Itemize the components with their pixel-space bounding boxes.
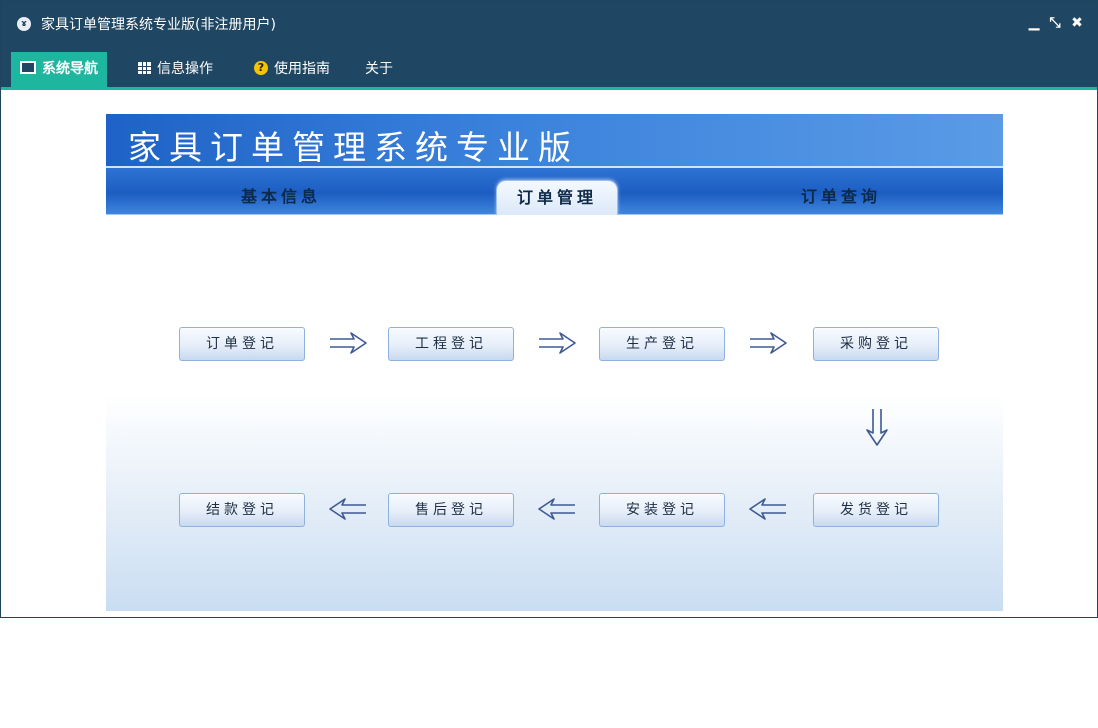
arrow-left-icon: [538, 498, 575, 520]
menu-label: 使用指南: [274, 61, 330, 77]
menu-system-navigation[interactable]: 系统导航: [11, 52, 107, 87]
menu-user-guide[interactable]: ? 使用指南: [254, 52, 330, 87]
payment-register-button[interactable]: 结款登记: [179, 493, 305, 527]
window-title: 家具订单管理系统专业版(非注册用户): [41, 17, 276, 33]
module-tab-bar: 基本信息 订单管理 订单查询: [106, 168, 1003, 215]
arrow-right-icon: [539, 332, 576, 354]
shipping-register-button[interactable]: 发货登记: [813, 493, 939, 527]
arrow-right-icon: [330, 332, 367, 354]
menu-label: 系统导航: [42, 61, 98, 77]
tab-order-management[interactable]: 订单管理: [496, 180, 618, 215]
close-button[interactable]: ✖: [1068, 13, 1086, 33]
arrow-right-icon: [750, 332, 787, 354]
title-bar[interactable]: ɤ 家具订单管理系统专业版(非注册用户) ▁ ⤡ ✖: [1, 1, 1097, 47]
monitor-icon: [20, 61, 36, 74]
banner-title: 家具订单管理系统专业版: [128, 128, 579, 167]
restore-button[interactable]: ⤡: [1046, 13, 1064, 33]
minimize-button[interactable]: ▁: [1025, 13, 1043, 33]
arrow-left-icon: [749, 498, 786, 520]
navigation-panel: 家具订单管理系统专业版 基本信息 订单管理 订单查询 订单登记 工程登记 生产登…: [106, 114, 1003, 611]
arrow-down-icon: [866, 409, 888, 446]
installation-register-button[interactable]: 安装登记: [599, 493, 725, 527]
help-icon: ?: [254, 60, 268, 75]
tab-order-query[interactable]: 订单查询: [766, 180, 916, 214]
tab-basic-info[interactable]: 基本信息: [206, 180, 356, 214]
menu-label: 信息操作: [157, 61, 213, 77]
grid-icon: [138, 61, 151, 74]
arrow-left-icon: [329, 498, 366, 520]
purchase-register-button[interactable]: 采购登记: [813, 327, 939, 361]
menu-label: 关于: [365, 61, 393, 77]
menu-about[interactable]: 关于: [365, 52, 393, 87]
menu-info-operations[interactable]: 信息操作: [138, 52, 213, 87]
after-sales-register-button[interactable]: 售后登记: [388, 493, 514, 527]
app-logo-icon: ɤ: [17, 17, 31, 31]
app-window: ɤ 家具订单管理系统专业版(非注册用户) ▁ ⤡ ✖ 系统导航 信息操作 ? 使用…: [0, 0, 1098, 618]
order-register-button[interactable]: 订单登记: [179, 327, 305, 361]
banner: 家具订单管理系统专业版: [106, 114, 1003, 168]
project-register-button[interactable]: 工程登记: [388, 327, 514, 361]
menu-bar: 系统导航 信息操作 ? 使用指南 关于: [1, 47, 1097, 90]
production-register-button[interactable]: 生产登记: [599, 327, 725, 361]
